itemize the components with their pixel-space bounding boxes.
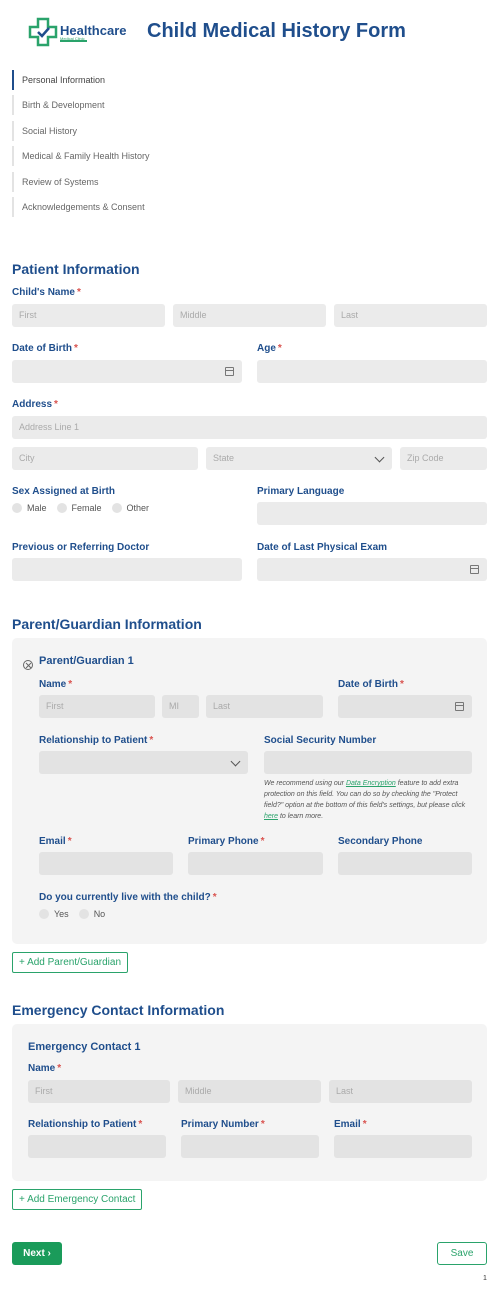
save-button[interactable]: Save <box>437 1242 487 1265</box>
language-label: Primary Language <box>257 486 345 497</box>
guardian-relationship-label: Relationship to Patient * <box>39 735 154 746</box>
calendar-icon[interactable] <box>455 702 464 711</box>
page-number: 1 <box>483 1275 487 1282</box>
emergency-primary-number-input[interactable] <box>181 1135 319 1158</box>
nav-item-social-history[interactable]: Social History <box>12 121 77 141</box>
live-with-radio-group: Yes No <box>39 909 105 919</box>
address-line1-input[interactable]: Address Line 1 <box>12 416 487 439</box>
doctor-label: Previous or Referring Doctor <box>12 542 150 553</box>
guardian-name-label: Name * <box>39 679 73 690</box>
emergency-section-title: Emergency Contact Information <box>12 1002 225 1018</box>
emergency-relationship-label: Relationship to Patient * <box>28 1119 143 1130</box>
next-button[interactable]: Next › <box>12 1242 62 1265</box>
healthcare-logo-icon <box>28 17 58 47</box>
zip-input[interactable]: Zip Code <box>400 447 487 470</box>
next-label: Next <box>23 1248 45 1259</box>
nav-item-review-of-systems[interactable]: Review of Systems <box>12 172 99 192</box>
guardian-dob-label: Date of Birth * <box>338 679 404 690</box>
nav-item-medical-family-history[interactable]: Medical & Family Health History <box>12 146 150 166</box>
dob-label: Date of Birth * <box>12 343 78 354</box>
guardian-primary-phone-label: Primary Phone * <box>188 836 265 847</box>
last-exam-input[interactable] <box>257 558 487 581</box>
ssn-label: Social Security Number <box>264 735 377 746</box>
child-last-name-input[interactable]: Last <box>334 304 487 327</box>
emergency-last-input[interactable]: Last <box>329 1080 472 1103</box>
sex-label: Sex Assigned at Birth <box>12 486 115 497</box>
guardian-last-input[interactable]: Last <box>206 695 323 718</box>
emergency-relationship-input[interactable] <box>28 1135 166 1158</box>
guardian-primary-phone-input[interactable] <box>188 852 323 875</box>
no-radio[interactable] <box>78 909 89 919</box>
data-encryption-link[interactable]: Data Encryption <box>346 780 396 787</box>
age-input[interactable] <box>257 360 487 383</box>
guardian-secondary-phone-input[interactable] <box>338 852 472 875</box>
emergency-first-input[interactable]: First <box>28 1080 170 1103</box>
nav-item-birth-development[interactable]: Birth & Development <box>12 95 105 115</box>
emergency-email-label: Email * <box>334 1119 367 1130</box>
state-placeholder: State <box>213 453 235 463</box>
nav-item-acknowledgements-consent[interactable]: Acknowledgements & Consent <box>12 197 145 217</box>
live-with-label: Do you currently live with the child? * <box>39 892 217 903</box>
add-guardian-button[interactable]: + Add Parent/Guardian <box>12 952 129 973</box>
sex-radio-group: Male Female Other <box>12 503 149 513</box>
female-label: Female <box>71 503 102 513</box>
calendar-icon[interactable] <box>470 565 479 574</box>
male-radio[interactable] <box>12 503 22 513</box>
female-radio[interactable] <box>56 503 67 513</box>
nav-item-personal-information[interactable]: Personal Information <box>12 70 105 90</box>
logo-bar <box>60 40 87 42</box>
ssn-encryption-note: We recommend using our Data Encryption f… <box>264 780 466 820</box>
doctor-input[interactable] <box>12 558 242 581</box>
calendar-icon[interactable] <box>225 367 234 376</box>
guardian-dob-input[interactable] <box>338 695 472 718</box>
emergency-primary-number-label: Primary Number * <box>181 1119 265 1130</box>
yes-label: Yes <box>54 909 69 919</box>
child-first-name-input[interactable]: First <box>12 304 165 327</box>
dob-input[interactable] <box>12 360 242 383</box>
city-input[interactable]: City <box>12 447 198 470</box>
no-label: No <box>93 909 106 919</box>
guardian-email-label: Email * <box>39 836 72 847</box>
language-input[interactable] <box>257 502 487 525</box>
child-middle-name-input[interactable]: Middle <box>173 304 326 327</box>
state-select[interactable]: State <box>206 447 392 470</box>
guardian-section-title: Parent/Guardian Information <box>12 616 202 632</box>
child-name-label: Child's Name * <box>12 287 81 298</box>
other-radio[interactable] <box>111 503 122 513</box>
learn-more-link[interactable]: here <box>264 813 278 820</box>
other-label: Other <box>126 503 150 513</box>
yes-radio[interactable] <box>39 909 49 919</box>
remove-guardian-icon[interactable] <box>23 660 33 670</box>
guardian-first-input[interactable]: First <box>39 695 155 718</box>
guardian-block-title: Parent/Guardian 1 <box>39 655 134 667</box>
guardian-mi-input[interactable]: MI <box>162 695 199 718</box>
add-emergency-contact-button[interactable]: + Add Emergency Contact <box>12 1189 143 1210</box>
emergency-middle-input[interactable]: Middle <box>178 1080 321 1103</box>
page-title: Child Medical History Form <box>147 20 406 42</box>
male-label: Male <box>27 503 47 513</box>
patient-section-title: Patient Information <box>12 261 140 277</box>
age-label: Age * <box>257 343 282 354</box>
guardian-secondary-phone-label: Secondary Phone <box>338 836 423 847</box>
guardian-relationship-select[interactable] <box>39 751 248 774</box>
chevron-down-icon <box>230 756 241 767</box>
emergency-email-input[interactable] <box>334 1135 472 1158</box>
last-exam-label: Date of Last Physical Exam <box>257 542 388 553</box>
ssn-input[interactable] <box>264 751 472 774</box>
address-label: Address * <box>12 399 58 410</box>
emergency-block-title: Emergency Contact 1 <box>28 1041 141 1053</box>
emergency-name-label: Name * <box>28 1063 62 1074</box>
chevron-down-icon <box>374 452 385 463</box>
guardian-email-input[interactable] <box>39 852 173 875</box>
